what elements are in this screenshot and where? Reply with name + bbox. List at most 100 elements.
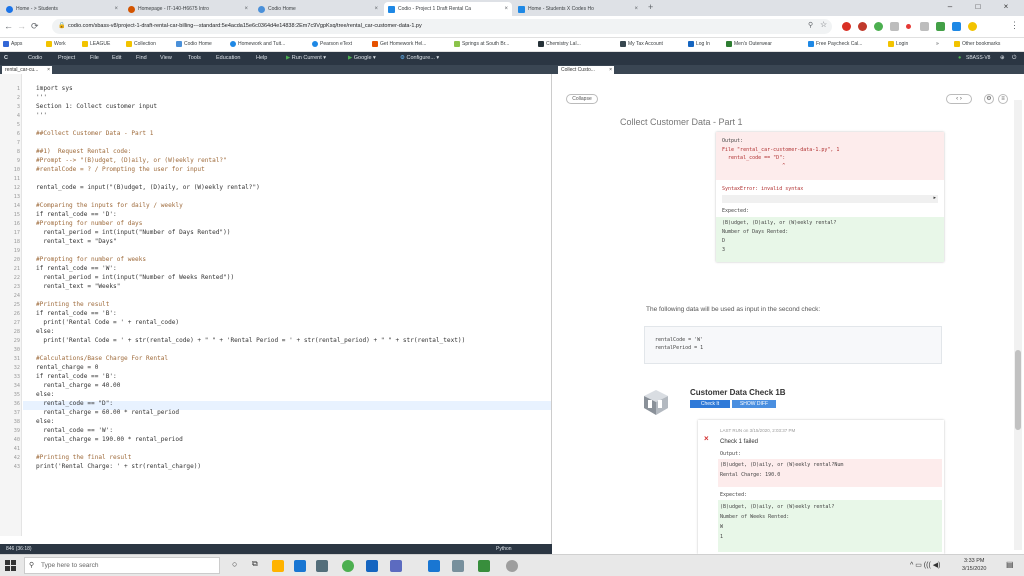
- file-explorer-icon[interactable]: [272, 560, 284, 572]
- bookmark-other[interactable]: Other bookmarks: [954, 41, 1000, 47]
- code-line[interactable]: if rental_code == 'B':: [36, 310, 117, 317]
- browser-tab-3[interactable]: Codio Home ×: [254, 2, 382, 16]
- code-line[interactable]: rental_period = int(input("Number of Day…: [36, 229, 230, 236]
- code-line[interactable]: rental_text = "Days": [36, 238, 116, 245]
- code-line[interactable]: if rental_code == 'D':: [36, 211, 117, 218]
- code-line[interactable]: rental_code = input("(B)udget, (D)aily, …: [36, 184, 260, 191]
- taskbar-search-input[interactable]: ⚲ Type here to search: [24, 557, 220, 574]
- extension-icon[interactable]: [890, 22, 899, 31]
- bookmark-paycheck[interactable]: Free Paycheck Cal...: [808, 41, 862, 47]
- profile-avatar[interactable]: [968, 22, 977, 31]
- close-tab-icon[interactable]: ×: [47, 66, 50, 74]
- run-current-button[interactable]: ▶ Run Current ▾: [286, 55, 326, 61]
- code-line[interactable]: print('Rental Charge: ' + str(rental_cha…: [36, 463, 201, 470]
- menu-find[interactable]: Find: [136, 55, 147, 61]
- bookmark-outerwear[interactable]: Men's Outerwear: [726, 41, 772, 47]
- search-icon[interactable]: ⚲: [808, 21, 813, 29]
- back-icon[interactable]: ←: [4, 21, 13, 31]
- reload-icon[interactable]: ⟳: [31, 21, 39, 32]
- code-line[interactable]: rental_charge = 0: [36, 364, 98, 371]
- menu-dots-icon[interactable]: ⋮: [1010, 20, 1019, 31]
- app-icon[interactable]: [506, 560, 518, 572]
- extension-icon[interactable]: [952, 22, 961, 31]
- code-line[interactable]: #Prompt --> "(B)udget, (D)aily, or (W)ee…: [36, 157, 227, 164]
- bookmark-apps[interactable]: Apps: [3, 41, 22, 47]
- bookmark-collection[interactable]: Collection: [126, 41, 156, 47]
- code-line[interactable]: ##1) Request Rental code:: [36, 148, 131, 155]
- code-line[interactable]: #Calculations/Base Charge For Rental: [36, 355, 168, 362]
- code-line[interactable]: rental_code == 'W':: [36, 427, 113, 434]
- code-line[interactable]: rental_charge = 40.00: [36, 382, 120, 389]
- bookmarks-overflow[interactable]: »: [936, 41, 939, 47]
- browser-tab-5[interactable]: Home - Students X Codes Ho ×: [514, 2, 642, 16]
- username[interactable]: SBASS-V8: [966, 55, 990, 61]
- code-line[interactable]: #rentalCode = ? / Prompting the user for…: [36, 166, 205, 173]
- code-line[interactable]: rental_charge = 60.00 * rental_period: [36, 409, 179, 416]
- guide-scrollbar[interactable]: [1014, 100, 1022, 550]
- menu-icon[interactable]: ≡: [998, 94, 1008, 104]
- browser-tab-4[interactable]: Codio - Project 1 Draft Rental Ca ×: [384, 2, 512, 16]
- code-line[interactable]: rental_text = "Weeks": [36, 283, 120, 290]
- close-tab-icon[interactable]: ×: [504, 6, 508, 12]
- check-it-button[interactable]: Check It: [690, 400, 730, 408]
- code-line[interactable]: #Comparing the inputs for daily / weekly: [36, 202, 183, 209]
- close-tab-icon[interactable]: ×: [634, 6, 638, 12]
- menu-help[interactable]: Help: [256, 55, 267, 61]
- extension-icon[interactable]: [920, 22, 929, 31]
- star-icon[interactable]: ☆: [820, 20, 827, 29]
- collapse-button[interactable]: Collapse: [566, 94, 598, 104]
- code-line[interactable]: rental_charge = 190.00 * rental_period: [36, 436, 182, 443]
- close-tab-icon[interactable]: ×: [609, 66, 612, 74]
- bookmark-homework[interactable]: Homework and Tuit...: [230, 41, 285, 47]
- task-view-icon[interactable]: ⧉: [252, 559, 258, 569]
- guide-tab[interactable]: Collect Custo... ×: [558, 66, 614, 74]
- store-icon[interactable]: [316, 560, 328, 572]
- settings-icon[interactable]: ⚙: [984, 94, 994, 104]
- app-icon[interactable]: [390, 560, 402, 572]
- close-tab-icon[interactable]: ×: [244, 6, 248, 12]
- menu-tools[interactable]: Tools: [188, 55, 201, 61]
- code-line[interactable]: #Printing the result: [36, 301, 109, 308]
- bookmark-pearson[interactable]: Pearson eText: [312, 41, 352, 47]
- configure-button[interactable]: ⚙ Configure... ▾: [400, 55, 439, 61]
- bookmark-springs[interactable]: Springs at South Br...: [454, 41, 509, 47]
- app-icon[interactable]: [478, 560, 490, 572]
- code-line[interactable]: import sys: [36, 85, 73, 92]
- code-line[interactable]: #Prompting for number of weeks: [36, 256, 146, 263]
- code-line[interactable]: #Printing the final result: [36, 454, 131, 461]
- close-window-button[interactable]: ×: [996, 2, 1016, 11]
- notifications-icon[interactable]: ▤: [1006, 560, 1014, 569]
- system-tray-icons[interactable]: ^ ▭ ((( ◀): [910, 561, 940, 569]
- extension-icon[interactable]: [874, 22, 883, 31]
- code-line[interactable]: rental_period = int(input("Number of Wee…: [36, 274, 234, 281]
- menu-edit[interactable]: Edit: [112, 55, 121, 61]
- google-button[interactable]: ▶ Google ▾: [348, 55, 376, 61]
- close-tab-icon[interactable]: ×: [374, 6, 378, 12]
- bookmark-chemistry[interactable]: Chemistry Lal...: [538, 41, 581, 47]
- code-line[interactable]: ''': [36, 112, 47, 119]
- extension-icon[interactable]: [936, 22, 945, 31]
- menu-view[interactable]: View: [160, 55, 172, 61]
- minimize-button[interactable]: –: [940, 2, 960, 11]
- bookmark-login[interactable]: Log In: [688, 41, 710, 47]
- extension-icon[interactable]: [858, 22, 867, 31]
- code-line[interactable]: print('Rental Code = ' + rental_code): [36, 319, 179, 326]
- browser-tab-1[interactable]: Home - > Students ×: [2, 2, 122, 16]
- code-line[interactable]: else:: [36, 328, 54, 335]
- code-line[interactable]: #Prompting for number of days: [36, 220, 142, 227]
- word-icon[interactable]: [428, 560, 440, 572]
- code-line[interactable]: else:: [36, 391, 54, 398]
- forward-icon[interactable]: →: [17, 21, 26, 31]
- bookmark-league[interactable]: LEAGUE: [82, 41, 110, 47]
- code-editor[interactable]: 1 2 3 4 5 6 7 8 9 10 11 12 13 14 15 16 17 18 19 20 21 22 23 24 2…: [0, 74, 552, 546]
- menu-project[interactable]: Project: [58, 55, 75, 61]
- code-line[interactable]: if rental_code == 'W':: [36, 265, 117, 272]
- codio-logo-icon[interactable]: C: [4, 55, 8, 61]
- share-icon[interactable]: ⊕: [1000, 55, 1005, 61]
- show-diff-button[interactable]: SHOW DIFF: [732, 400, 776, 408]
- new-tab-button[interactable]: +: [648, 2, 653, 12]
- close-tab-icon[interactable]: ×: [114, 6, 118, 12]
- bookmark-work[interactable]: Work: [46, 41, 66, 47]
- extension-icon[interactable]: [906, 24, 911, 29]
- code-line[interactable]: if rental_code == 'B':: [36, 373, 117, 380]
